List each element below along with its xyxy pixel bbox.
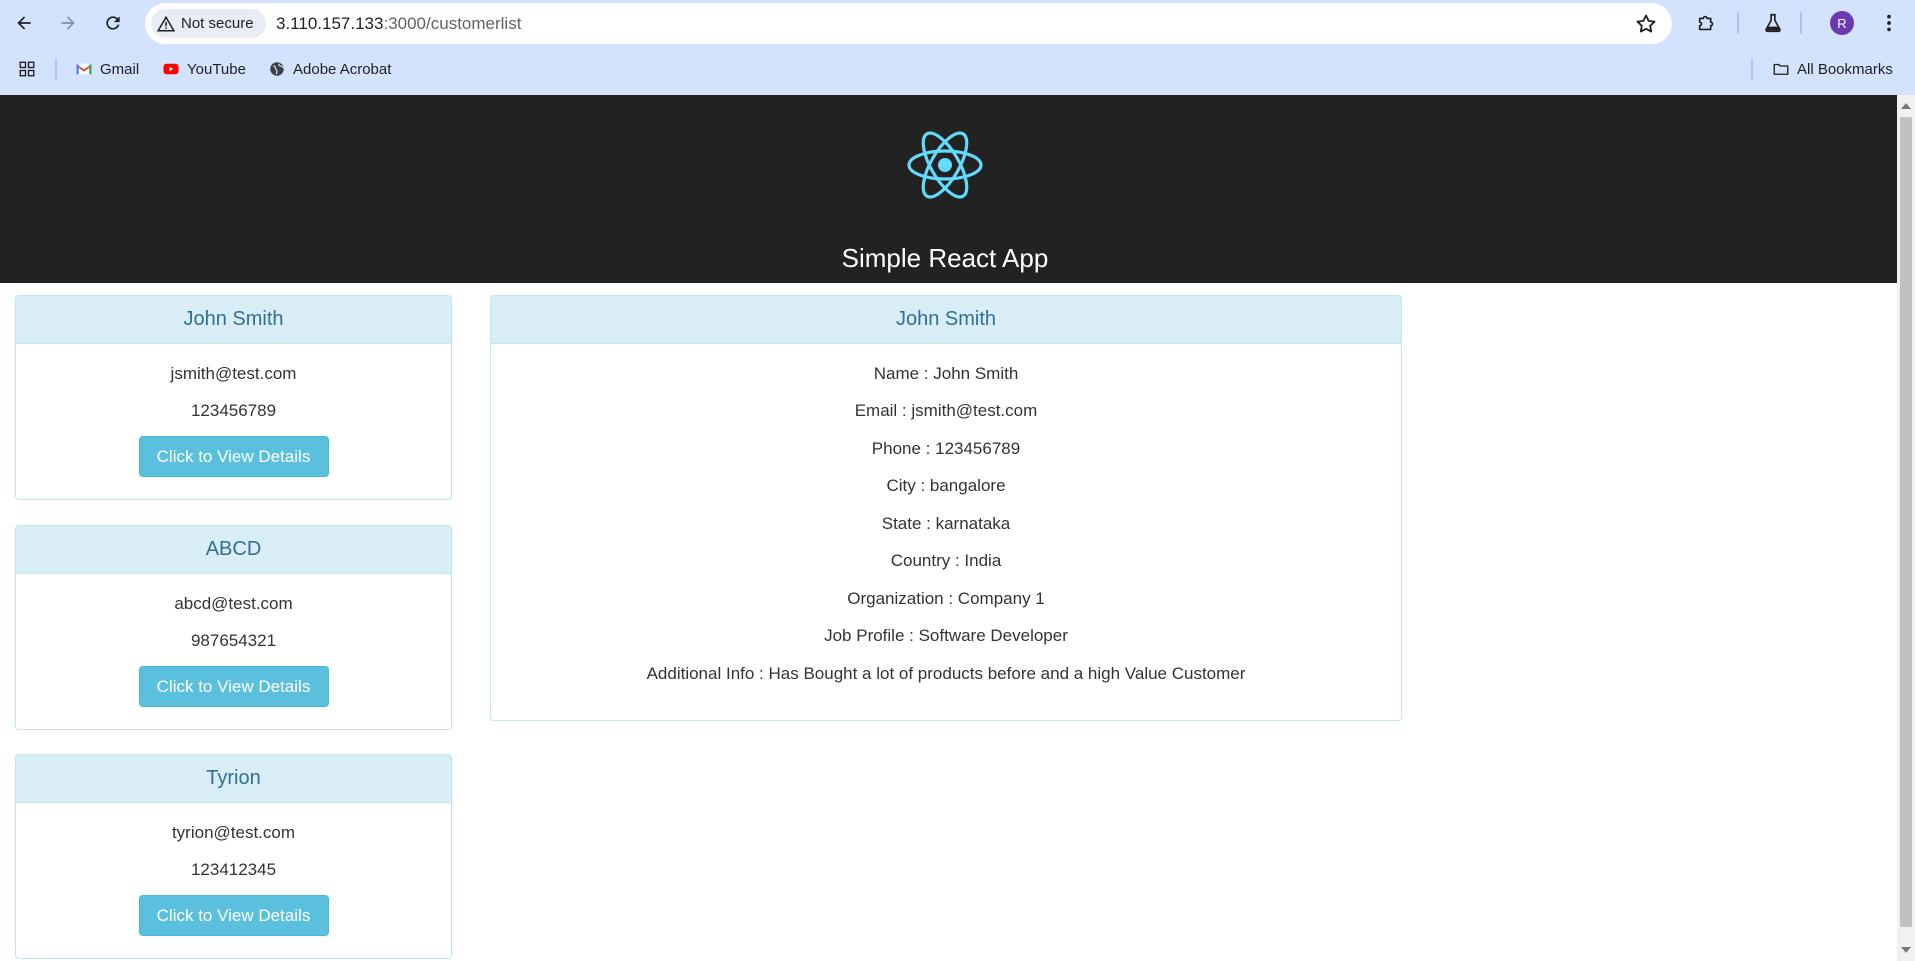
- detail-additional-info: Additional Info : Has Bought a lot of pr…: [646, 663, 1246, 683]
- browser-menu-button[interactable]: [1875, 9, 1903, 37]
- bookmarks-bar: Gmail YouTube Adobe Acrobat All Bookmark…: [0, 54, 1915, 84]
- url-path: :3000/customerlist: [383, 14, 522, 33]
- forward-button[interactable]: [54, 9, 82, 37]
- customer-card: ABCD abcd@test.com 987654321 Click to Vi…: [15, 525, 452, 730]
- puzzle-icon: [1698, 15, 1714, 31]
- bookmarks-divider: [55, 58, 57, 80]
- view-details-button[interactable]: Click to View Details: [138, 666, 329, 707]
- detail-job-profile: Job Profile : Software Developer: [824, 626, 1068, 646]
- bookmark-label: Adobe Acrobat: [293, 60, 392, 78]
- customer-card-body: jsmith@test.com 123456789 Click to View …: [16, 344, 451, 477]
- scroll-down-arrow-icon[interactable]: [1901, 947, 1911, 953]
- details-heading: John Smith: [491, 296, 1401, 344]
- all-bookmarks-label: All Bookmarks: [1797, 60, 1893, 78]
- bookmark-label: YouTube: [187, 60, 246, 78]
- profile-initial: R: [1837, 15, 1847, 31]
- bookmarks-divider: [1751, 58, 1753, 80]
- customer-details-panel: John Smith Name : John Smith Email : jsm…: [490, 295, 1402, 721]
- customer-name: Tyrion: [16, 755, 451, 803]
- page-viewport: Simple React App John Smith jsmith@test.…: [0, 95, 1897, 961]
- detail-organization: Organization : Company 1: [847, 588, 1045, 608]
- security-label: Not secure: [181, 15, 254, 32]
- youtube-icon: [163, 63, 179, 75]
- customer-phone: 987654321: [190, 631, 277, 651]
- scroll-up-arrow-icon[interactable]: [1901, 103, 1911, 109]
- extensions-button[interactable]: [1693, 9, 1721, 37]
- customer-name: ABCD: [16, 526, 451, 574]
- flask-icon: [1765, 13, 1781, 33]
- react-atom-icon: [907, 131, 983, 199]
- url-host: 3.110.157.133: [276, 14, 384, 33]
- view-details-button[interactable]: Click to View Details: [138, 895, 329, 936]
- customer-phone: 123412345: [190, 860, 277, 880]
- detail-phone: Phone : 123456789: [871, 438, 1021, 458]
- customer-card: John Smith jsmith@test.com 123456789 Cli…: [15, 295, 452, 500]
- apps-grid-icon: [19, 61, 35, 77]
- customer-name: John Smith: [16, 296, 451, 344]
- warning-icon: [157, 15, 175, 31]
- more-vert-icon: [1887, 14, 1891, 32]
- detail-city: City : bangalore: [886, 476, 1006, 496]
- folder-icon: [1773, 63, 1789, 75]
- reload-icon: [106, 16, 120, 30]
- back-arrow-icon: [17, 16, 31, 30]
- security-chip[interactable]: Not secure: [151, 9, 266, 38]
- reload-button[interactable]: [99, 9, 127, 37]
- customer-phone: 123456789: [190, 401, 277, 421]
- app-header: Simple React App: [0, 95, 1897, 283]
- bookmark-star-icon[interactable]: [1634, 12, 1658, 36]
- address-bar[interactable]: Not secure 3.110.157.133:3000/customerli…: [145, 3, 1672, 44]
- detail-name: Name : John Smith: [873, 363, 1019, 383]
- customer-card-body: abcd@test.com 987654321 Click to View De…: [16, 574, 451, 707]
- bookmark-adobe-acrobat[interactable]: Adobe Acrobat: [268, 58, 391, 80]
- app-title: Simple React App: [841, 243, 1049, 273]
- scrollbar-thumb[interactable]: [1900, 117, 1912, 927]
- bookmark-label: Gmail: [100, 60, 140, 78]
- gmail-icon: [75, 63, 93, 75]
- detail-state: State : karnataka: [881, 513, 1011, 533]
- customer-email: abcd@test.com: [174, 593, 293, 613]
- apps-button[interactable]: [18, 58, 36, 80]
- url-text[interactable]: 3.110.157.133:3000/customerlist: [276, 14, 521, 34]
- browser-toolbar: Not secure 3.110.157.133:3000/customerli…: [0, 0, 1915, 95]
- vertical-scrollbar[interactable]: [1897, 95, 1915, 961]
- details-body: Name : John Smith Email : jsmith@test.co…: [491, 344, 1401, 693]
- detail-email: Email : jsmith@test.com: [854, 401, 1038, 421]
- customer-card-body: tyrion@test.com 123412345 Click to View …: [16, 803, 451, 936]
- view-details-button[interactable]: Click to View Details: [138, 436, 329, 477]
- globe-icon: [270, 62, 284, 76]
- detail-country: Country : India: [890, 551, 1002, 571]
- customer-email: tyrion@test.com: [171, 822, 296, 842]
- all-bookmarks-button[interactable]: All Bookmarks: [1772, 58, 1893, 80]
- back-button[interactable]: [10, 9, 38, 37]
- bookmark-gmail[interactable]: Gmail: [75, 58, 139, 80]
- customer-email: jsmith@test.com: [170, 363, 297, 383]
- forward-arrow-icon: [61, 16, 75, 30]
- customer-card: Tyrion tyrion@test.com 123412345 Click t…: [15, 754, 452, 959]
- toolbar-divider: [1737, 12, 1739, 34]
- toolbar-divider: [1800, 12, 1802, 34]
- bookmark-youtube[interactable]: YouTube: [162, 58, 246, 80]
- labs-button[interactable]: [1759, 9, 1787, 37]
- profile-avatar[interactable]: R: [1830, 11, 1854, 35]
